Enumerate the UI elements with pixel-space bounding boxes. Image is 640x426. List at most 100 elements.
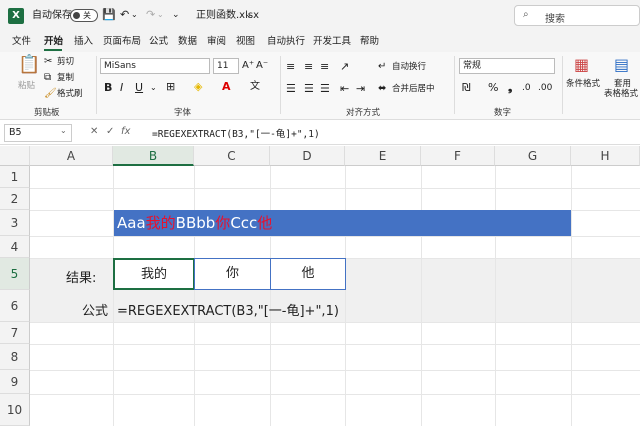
font-group-label: 字体 xyxy=(174,108,192,118)
cell-b5[interactable]: 我的 xyxy=(113,258,195,290)
b3-segment: 你 xyxy=(215,214,231,232)
underline-icon[interactable]: U xyxy=(135,81,143,95)
save-icon[interactable]: 💾 xyxy=(102,8,116,22)
gridline xyxy=(495,166,496,426)
bold-icon[interactable]: B xyxy=(104,81,112,95)
row-header-8[interactable]: 8 xyxy=(0,344,30,370)
menu-insert[interactable]: 插入 xyxy=(74,35,93,49)
column-header-c[interactable]: C xyxy=(194,146,270,166)
result-label: 结果: xyxy=(66,271,97,286)
row-header-7[interactable]: 7 xyxy=(0,322,30,344)
row-header-5[interactable]: 5 xyxy=(0,258,30,290)
formula-display: =REGEXEXTRACT(B3,"[一-龟]+",1) xyxy=(117,304,339,319)
undo-dropdown-icon[interactable]: ⌄ xyxy=(131,8,138,22)
conditional-format-icon[interactable]: ▦ xyxy=(574,57,589,73)
row-header-9[interactable]: 9 xyxy=(0,370,30,394)
format-painter-icon[interactable]: 🖌 xyxy=(44,87,57,101)
font-color-icon[interactable]: A xyxy=(222,80,231,94)
row-header-6[interactable]: 6 xyxy=(0,290,30,322)
increase-indent-icon[interactable]: ⇥ xyxy=(356,82,365,96)
customize-qat-icon[interactable]: ⌄ xyxy=(172,8,180,22)
menu-data[interactable]: 数据 xyxy=(178,35,197,49)
copy-button[interactable]: 复制 xyxy=(57,72,74,84)
gridline xyxy=(270,166,271,426)
align-right-icon[interactable]: ☰ xyxy=(320,82,330,96)
format-as-table-icon[interactable]: ▤ xyxy=(614,57,629,73)
b3-segment: Ccc xyxy=(230,214,258,232)
row-header-10[interactable]: 10 xyxy=(0,394,30,426)
redo-dropdown-icon[interactable]: ⌄ xyxy=(157,8,164,22)
column-header-f[interactable]: F xyxy=(421,146,495,166)
align-bottom-icon[interactable]: ≡ xyxy=(320,60,329,74)
paste-button[interactable]: 粘贴 xyxy=(18,80,35,92)
decrease-indent-icon[interactable]: ⇤ xyxy=(340,82,349,96)
underline-dropdown-icon[interactable]: ⌄ xyxy=(150,81,157,95)
italic-icon[interactable]: I xyxy=(120,81,123,95)
menu-automate[interactable]: 自动执行 xyxy=(267,35,305,49)
paste-icon[interactable]: 📋 xyxy=(18,56,40,74)
menu-file[interactable]: 文件 xyxy=(12,35,31,49)
ribbon-separator xyxy=(280,56,281,114)
gridline xyxy=(421,166,422,426)
column-header-b[interactable]: B xyxy=(113,146,194,166)
format-as-table-label-2[interactable]: 表格格式 xyxy=(604,88,638,100)
menu-help[interactable]: 帮助 xyxy=(360,35,379,49)
column-header-a[interactable]: A xyxy=(30,146,113,166)
number-format-select[interactable]: 常规 xyxy=(459,58,555,74)
row-header-4[interactable]: 4 xyxy=(0,236,30,258)
column-header-d[interactable]: D xyxy=(270,146,345,166)
format-painter-button[interactable]: 格式刷 xyxy=(57,88,83,100)
cut-button[interactable]: 剪切 xyxy=(57,56,74,68)
decrease-decimal-icon[interactable]: .00 xyxy=(538,81,552,95)
font-size-select[interactable]: 11 xyxy=(213,58,239,74)
enter-icon[interactable]: ✓ xyxy=(106,126,114,137)
clipboard-group-label: 剪贴板 xyxy=(34,108,60,118)
wrap-text-button[interactable]: 自动换行 xyxy=(392,61,426,73)
wrap-text-icon[interactable]: ↵ xyxy=(378,60,386,74)
menu-review[interactable]: 审阅 xyxy=(207,35,226,49)
menu-formulas[interactable]: 公式 xyxy=(149,35,168,49)
formula-input[interactable]: =REGEXEXTRACT(B3,"[一-龟]+",1) xyxy=(152,126,320,140)
cell-c5[interactable]: 你 xyxy=(194,258,271,290)
name-box-dropdown-icon[interactable]: ⌄ xyxy=(60,126,67,135)
copy-icon[interactable]: ⧉ xyxy=(44,71,51,85)
row-header-3[interactable]: 3 xyxy=(0,210,30,236)
menu-developer[interactable]: 开发工具 xyxy=(313,35,351,49)
column-header-g[interactable]: G xyxy=(495,146,571,166)
insert-function-icon[interactable]: fx xyxy=(121,126,130,137)
increase-font-icon[interactable]: A⁺ xyxy=(242,59,254,73)
cut-icon[interactable]: ✂ xyxy=(44,55,52,69)
select-all-corner[interactable] xyxy=(0,146,30,166)
increase-decimal-icon[interactable]: .0 xyxy=(522,81,531,95)
orientation-icon[interactable]: ↗ xyxy=(340,60,349,74)
redo-icon[interactable]: ↷ xyxy=(146,8,155,22)
merge-center-icon[interactable]: ⬌ xyxy=(378,82,386,96)
column-header-e[interactable]: E xyxy=(345,146,421,166)
phonetic-icon[interactable]: 文 xyxy=(250,80,260,94)
align-center-icon[interactable]: ☰ xyxy=(304,82,314,96)
decrease-font-icon[interactable]: A⁻ xyxy=(256,59,268,73)
comma-style-icon[interactable]: ❟ xyxy=(508,81,512,95)
undo-icon[interactable]: ↶ xyxy=(120,8,129,22)
menu-home[interactable]: 开始 xyxy=(44,35,63,49)
column-header-h[interactable]: H xyxy=(571,146,640,166)
cancel-icon[interactable]: ✕ xyxy=(90,126,98,137)
filename-chevron-icon[interactable]: ⌄ xyxy=(245,8,253,22)
cell-d5[interactable]: 他 xyxy=(270,258,346,290)
align-top-icon[interactable]: ≡ xyxy=(286,60,295,74)
font-name-select[interactable]: MiSans xyxy=(100,58,210,74)
accounting-format-icon[interactable]: ₪ xyxy=(462,81,471,95)
autosave-toggle[interactable]: 关 xyxy=(70,9,98,22)
row-header-2[interactable]: 2 xyxy=(0,188,30,210)
percent-icon[interactable]: % xyxy=(488,81,498,95)
align-left-icon[interactable]: ☰ xyxy=(286,82,296,96)
fill-color-icon[interactable]: ◈ xyxy=(194,80,202,94)
menu-view[interactable]: 视图 xyxy=(236,35,255,49)
menu-page-layout[interactable]: 页面布局 xyxy=(103,35,141,49)
border-icon[interactable]: ⊞ xyxy=(166,80,175,94)
row-header-1[interactable]: 1 xyxy=(0,166,30,188)
search-box[interactable]: ⌕ 搜索 xyxy=(514,5,640,26)
align-middle-icon[interactable]: ≡ xyxy=(304,60,313,74)
conditional-format-button[interactable]: 条件格式 xyxy=(566,78,600,90)
merge-center-button[interactable]: 合并后居中 xyxy=(392,83,435,95)
